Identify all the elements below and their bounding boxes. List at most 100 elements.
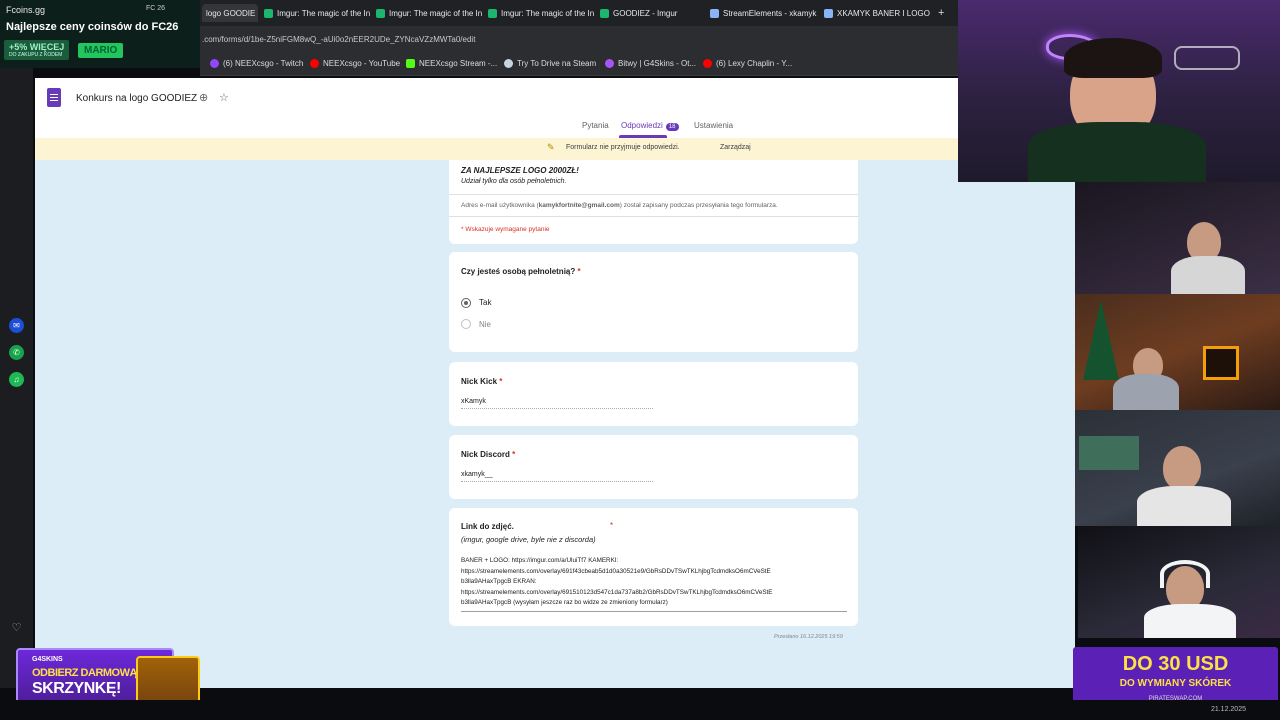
question-text: Nick Discord	[461, 450, 510, 459]
bookmark-steam[interactable]: Try To Drive na Steam	[504, 59, 596, 68]
required-asterisk: *	[610, 521, 614, 530]
bookmark-youtube[interactable]: NEEXcsgo - YouTube	[310, 59, 400, 68]
kick-icon	[406, 59, 415, 68]
whatsapp-icon[interactable]: ✆	[9, 345, 24, 360]
radio-no[interactable]	[461, 319, 471, 329]
guest-shirt	[1171, 256, 1245, 294]
guest-shirt	[1113, 374, 1179, 410]
youtube-icon	[310, 59, 319, 68]
tab-label: GOODIEZ - Imgur	[613, 8, 678, 18]
bookmark-label: Try To Drive na Steam	[517, 59, 597, 68]
tab-label: Imgur: The magic of the In	[389, 8, 482, 18]
new-tab-button[interactable]: +	[934, 4, 950, 22]
promo-brand: Fcoins.gg	[6, 5, 46, 15]
browser-tab[interactable]: Imgur: The magic of the In	[260, 4, 370, 22]
twitch-icon	[210, 59, 219, 68]
imgur-icon	[264, 8, 273, 18]
url-text: .com/forms/d/1be-Z5niFGM8wQ_-aUi0o2nEER2…	[202, 35, 476, 44]
divider	[449, 216, 858, 217]
browser-tab[interactable]: StreamElements - xkamyk	[706, 4, 818, 22]
required-asterisk: *	[499, 377, 503, 386]
link-answer-field[interactable]: BANER + LOGO: https://imgur.com/a/UluiTf…	[461, 556, 847, 612]
browser-tab[interactable]: GOODIEZ - Imgur	[596, 4, 700, 22]
email-suffix: ) został zapisany podczas przesyłania te…	[619, 202, 778, 209]
forms-logo-icon	[47, 88, 61, 107]
notice-message: Formularz nie przyjmuje odpowiedzi.	[566, 144, 680, 151]
radio-yes-label: Tak	[479, 298, 492, 307]
left-sidebar: ✉ ✆ ♫ ♡	[0, 68, 33, 688]
heart-icon[interactable]: ♡	[9, 620, 24, 635]
bookmark-g4skins[interactable]: Bitwy | G4Skins - Ot...	[605, 59, 696, 68]
webcam-guest-1	[1075, 182, 1280, 294]
promo-badge: +5% WIĘCEJ DO ZAKUPU Z KODEM	[4, 40, 70, 60]
webcam-main	[958, 0, 1280, 182]
kick-answer-field[interactable]: xKamyk	[461, 398, 653, 409]
spotify-icon[interactable]: ♫	[9, 372, 24, 387]
aquarium	[1079, 436, 1139, 470]
browser-tab[interactable]: logo GOODIE	[202, 4, 258, 22]
ad-brand: G4SKINS	[32, 656, 63, 663]
streamelements-icon	[710, 8, 719, 18]
question-text: Czy jesteś osobą pełnoletnią?	[461, 267, 576, 276]
question-title: Nick Kick *	[461, 377, 502, 386]
required-asterisk: *	[577, 267, 581, 276]
webcam-guest-3	[1075, 410, 1280, 526]
divider	[449, 194, 858, 195]
address-bar[interactable]: .com/forms/d/1be-Z5niFGM8wQ_-aUi0o2nEER2…	[200, 26, 958, 54]
email-note: Adres e-mail użytkownika (kamykfortnite@…	[461, 202, 778, 209]
question-title: Czy jesteś osobą pełnoletnią? *	[461, 267, 581, 276]
forms-page: Konkurs na logo GOODIEZ ⊕ ☆ Pytania Odpo…	[35, 78, 1075, 688]
answer-line: https://streamelements.com/overlay/69151…	[461, 588, 773, 596]
bookmark-label: (6) NEEXcsgo - Twitch	[223, 59, 304, 68]
alert-icon: ✎	[547, 142, 555, 152]
tab-questions[interactable]: Pytania	[582, 121, 609, 130]
answer-line: https://streamelements.com/overlay/691f4…	[461, 567, 771, 575]
answer-line: b3lla9AHaxTpgcB (wysyłam jeszcze raz bo …	[461, 599, 668, 606]
tab-responses[interactable]: Odpowiedzi 18	[621, 121, 679, 131]
radio-no-label: Nie	[479, 320, 492, 329]
form-title[interactable]: Konkurs na logo GOODIEZ	[76, 93, 197, 104]
bookmark-kick[interactable]: NEEXcsgo Stream -...	[406, 59, 497, 68]
tab-label: XKAMYK BANER I LOGO	[837, 8, 930, 18]
question-card-discord: Nick Discord * xkamyk__	[449, 435, 858, 499]
tab-responses-label: Odpowiedzi	[621, 121, 663, 130]
bookmark-twitch[interactable]: (6) NEEXcsgo - Twitch	[210, 59, 303, 68]
question-card-kick: Nick Kick * xKamyk	[449, 362, 858, 426]
closed-notice-bar: ✎ Formularz nie przyjmuje odpowiedzi. Za…	[35, 138, 1075, 160]
browser-tab[interactable]: XKAMYK BANER I LOGO	[820, 4, 930, 22]
tab-settings[interactable]: Ustawienia	[694, 121, 733, 130]
taskbar-date: 21.12.2025	[1210, 706, 1246, 713]
promo-status: FC 26	[146, 5, 166, 12]
bookmark-youtube-2[interactable]: (6) Lexy Chaplin - Y...	[703, 59, 792, 68]
g4skins-icon	[605, 59, 614, 68]
promo-more-sub: DO ZAKUPU Z KODEM	[9, 52, 63, 58]
imgur-icon	[376, 8, 385, 18]
guest-head	[1163, 446, 1201, 490]
form-heading: ZA NAJLEPSZE LOGO 2000ZŁ!	[461, 166, 579, 175]
taskbar: 21.12.2025	[0, 700, 1280, 720]
webcam-guest-2	[1075, 294, 1280, 410]
neon-sign	[1174, 46, 1240, 70]
tab-settings-label: Ustawienia	[694, 121, 734, 130]
star-icon[interactable]: ☆	[219, 91, 229, 104]
browser-tab[interactable]: Imgur: The magic of the In	[484, 4, 594, 22]
tab-questions-label: Pytania	[582, 121, 609, 130]
folder-icon[interactable]: ⊕	[199, 91, 208, 104]
manage-button[interactable]: Zarządzaj	[720, 144, 751, 151]
browser-tab[interactable]: Imgur: The magic of the In	[372, 4, 482, 22]
imgur-icon	[600, 8, 609, 18]
promo-code: MARIO	[78, 43, 124, 58]
question-hint: (imgur, google drive, byle nie z discord…	[461, 535, 596, 544]
pirateswap-ad[interactable]: DO 30 USD DO WYMIANY SKÓREK PIRATESWAP.C…	[1073, 647, 1278, 707]
imgur-icon	[488, 8, 497, 18]
discord-answer-field[interactable]: xkamyk__	[461, 471, 653, 482]
guest-shirt	[1144, 604, 1236, 638]
messenger-icon[interactable]: ✉	[9, 318, 24, 333]
user-email: kamykfortnite@gmail.com	[538, 202, 620, 209]
submitted-timestamp: Przesłano 16.12.2025 19:59	[774, 634, 843, 640]
ad-line-2: SKRZYNKĘ!	[32, 680, 121, 697]
radio-yes[interactable]	[461, 298, 471, 308]
webcam-guest-4	[1078, 526, 1280, 638]
steam-icon	[504, 59, 513, 68]
ad-line-2: DO WYMIANY SKÓREK	[1119, 678, 1232, 689]
